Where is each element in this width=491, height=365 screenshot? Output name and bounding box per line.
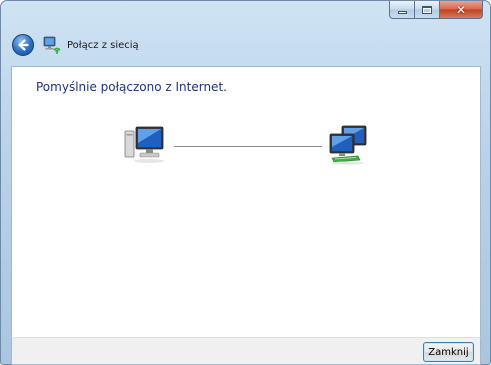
back-button[interactable] [12,34,34,56]
network-connection-icon [43,36,61,54]
close-icon: ✕ [455,2,467,17]
close-window-button[interactable]: ✕ [440,1,483,19]
connection-line [174,146,322,147]
dialog-footer: Zamknij [11,337,481,365]
navigation-bar: Połącz z siecią [1,23,490,65]
status-message: Pomyślnie połączono z Internet. [36,80,227,94]
maximize-icon [422,5,432,14]
computer-icon [124,126,164,163]
dialog-window: ✕ Połącz z siecią Pomyślnie połączono z … [0,0,491,365]
close-button[interactable]: Zamknij [423,342,474,362]
window-title: Połącz z siecią [67,40,139,51]
minimize-icon [397,11,407,14]
content-panel: Pomyślnie połączono z Internet. [11,66,481,337]
back-arrow-icon [18,39,29,51]
maximize-button[interactable] [415,1,440,19]
network-computers-icon [329,125,367,165]
caption-buttons: ✕ [389,1,483,20]
minimize-button[interactable] [389,1,415,19]
